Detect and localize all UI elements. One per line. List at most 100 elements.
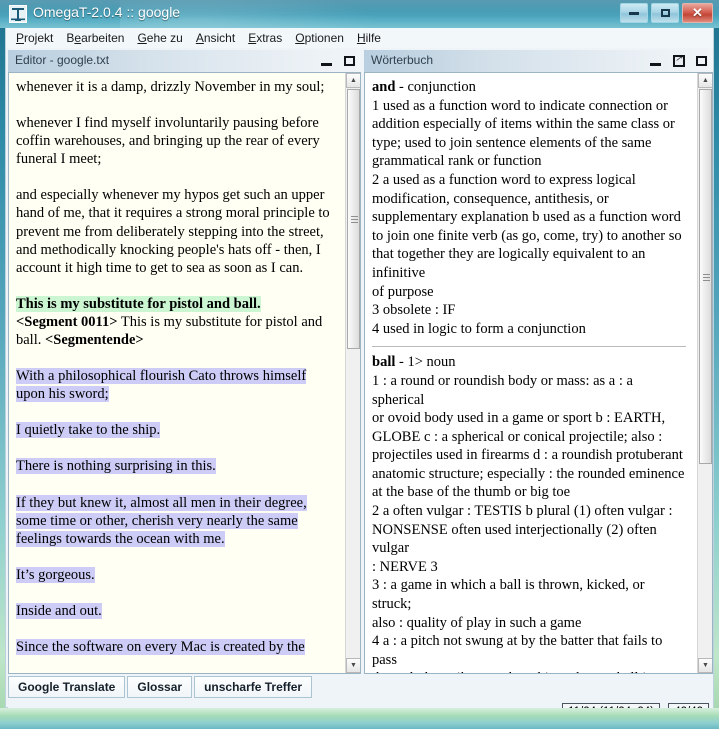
segment-paragraph[interactable]: whenever I find myself involuntarily pau… xyxy=(16,114,337,168)
dictionary-line: GLOBE c : a spherical or conical project… xyxy=(372,428,663,445)
editor-document[interactable]: whenever it is a damp, drizzly November … xyxy=(9,73,345,673)
active-segment-source: This is my substitute for pistol and bal… xyxy=(16,295,261,312)
dictionary-pos: - 1> noun xyxy=(399,354,456,371)
dictionary-line: projectiles used in firearms d : a round… xyxy=(372,447,683,464)
editor-minimize-button[interactable] xyxy=(320,54,334,68)
bottom-frame-gloss xyxy=(0,708,719,716)
segment-text: whenever it is a damp, drizzly November … xyxy=(16,79,325,95)
segment-paragraph[interactable]: If they but knew it, almost all men in t… xyxy=(16,494,337,548)
maximize-icon xyxy=(696,56,707,66)
segment-marker-close: <Segmentende> xyxy=(45,332,144,349)
scrollbar-grip-icon xyxy=(703,273,710,281)
menu-label-optionen: ptionen xyxy=(304,31,344,45)
dictionary-panel-title: Wörterbuch xyxy=(371,53,434,67)
segment-text: It’s gorgeous. xyxy=(16,566,95,583)
editor-vertical-scrollbar[interactable]: ▲ ▼ xyxy=(345,73,360,673)
dictionary-document[interactable]: and - conjunction 1 used as a function w… xyxy=(365,73,695,673)
menu-item-extras[interactable]: Extras xyxy=(242,29,288,47)
menu-label-bearbeiten: arbeiten xyxy=(81,31,125,45)
dictionary-entry-head: and - conjunction xyxy=(372,78,686,97)
menu-item-ansicht[interactable]: Ansicht xyxy=(190,29,241,47)
dictionary-line: or ovoid body used in a game or sport b … xyxy=(372,410,666,427)
active-segment[interactable]: This is my substitute for pistol and bal… xyxy=(16,295,337,349)
dictionary-line: : NERVE 3 xyxy=(372,558,438,575)
segment-paragraph[interactable]: With a philosophical flourish Cato throw… xyxy=(16,367,337,403)
tab-unscharfe-treffer[interactable]: unscharfe Treffer xyxy=(194,676,313,698)
segment-text: There is nothing surprising in this. xyxy=(16,458,216,475)
segment-paragraph[interactable]: It’s gorgeous. xyxy=(16,566,337,584)
dictionary-line: addition especially of items within the … xyxy=(372,116,675,133)
segment-text: I quietly take to the ship. xyxy=(16,422,161,439)
scroll-up-arrow-icon[interactable]: ▲ xyxy=(346,73,360,88)
scroll-up-arrow-icon[interactable]: ▲ xyxy=(698,73,712,88)
dictionary-float-button[interactable] xyxy=(672,52,686,68)
menu-label-ansicht: nsicht xyxy=(203,31,236,45)
segment-paragraph[interactable]: There is nothing surprising in this. xyxy=(16,457,337,475)
window-maximize-button[interactable] xyxy=(651,3,679,23)
editor-maximize-button[interactable] xyxy=(343,54,357,68)
tab-google-translate[interactable]: Google Translate xyxy=(8,676,126,698)
application-window: OmegaT-2.0.4 :: google ✕ Projekt Bearbei… xyxy=(0,0,719,729)
editor-panel-title: Editor - google.txt xyxy=(15,53,110,67)
scrollbar-thumb[interactable] xyxy=(699,89,712,464)
menu-item-hilfe[interactable]: Hilfe xyxy=(351,29,387,47)
segment-paragraph[interactable]: whenever it is a damp, drizzly November … xyxy=(16,78,337,96)
dictionary-line: NONSENSE often used interjectionally (2)… xyxy=(372,521,657,557)
dictionary-line: modification, consequence, antithesis, o… xyxy=(372,190,609,207)
dictionary-line: supplementary explanation b used as a fu… xyxy=(372,209,681,226)
scrollbar-thumb[interactable] xyxy=(347,89,360,349)
menu-label-projekt: rojekt xyxy=(24,31,54,45)
dictionary-line: of purpose xyxy=(372,283,434,300)
dictionary-entry-separator xyxy=(372,346,686,348)
scrollbar-grip-icon xyxy=(351,216,358,223)
segment-text: and especially whenever my hypos get suc… xyxy=(16,187,330,276)
tab-glossar[interactable]: Glossar xyxy=(127,676,193,698)
float-window-icon xyxy=(673,52,685,67)
menu-item-optionen[interactable]: Optionen xyxy=(289,29,350,47)
scroll-down-arrow-icon[interactable]: ▼ xyxy=(698,658,712,673)
window-minimize-button[interactable] xyxy=(620,3,648,23)
editor-panel-header-buttons xyxy=(320,50,357,72)
dictionary-line: type; used to join sentence elements of … xyxy=(372,134,652,151)
segment-text: Inside and out. xyxy=(16,602,102,619)
dictionary-maximize-button[interactable] xyxy=(695,54,709,68)
bottom-tab-strip: Google Translate Glossar unscharfe Treff… xyxy=(8,676,713,698)
menu-label-hilfe: ilfe xyxy=(365,31,381,45)
window-title: OmegaT-2.0.4 :: google xyxy=(33,4,181,20)
menu-bar: Projekt Bearbeiten Gehe zu Ansicht Extra… xyxy=(5,28,714,48)
dictionary-line: 2 a often vulgar : TESTIS b plural (1) o… xyxy=(372,503,673,520)
window-bottom-frame xyxy=(0,708,719,729)
segment-paragraph[interactable]: and especially whenever my hypos get suc… xyxy=(16,186,337,276)
menu-item-projekt[interactable]: Projekt xyxy=(10,29,59,47)
title-bar[interactable]: OmegaT-2.0.4 :: google ✕ xyxy=(0,0,719,28)
dictionary-panel-header-buttons xyxy=(649,50,709,72)
dictionary-line: 2 a used as a function word to express l… xyxy=(372,171,636,188)
dictionary-line: anatomic structure; especially : the rou… xyxy=(372,465,685,482)
editor-panel-header[interactable]: Editor - google.txt xyxy=(8,50,361,72)
segment-text: If they but knew it, almost all men in t… xyxy=(16,494,307,547)
dictionary-panel-header[interactable]: Wörterbuch xyxy=(364,50,713,72)
dictionary-line: 4 used in logic to form a conjunction xyxy=(372,320,586,337)
dictionary-headword: and xyxy=(372,79,396,95)
segment-paragraph[interactable]: I quietly take to the ship. xyxy=(16,421,337,439)
close-icon: ✕ xyxy=(692,5,703,20)
menu-item-bearbeiten[interactable]: Bearbeiten xyxy=(60,29,130,47)
menu-item-gehe-zu[interactable]: Gehe zu xyxy=(131,29,188,47)
dictionary-panel: Wörterbuch and - conjunction 1 used as a… xyxy=(364,50,713,674)
dictionary-minimize-button[interactable] xyxy=(649,54,663,68)
window-close-button[interactable]: ✕ xyxy=(682,3,713,23)
segment-paragraph[interactable]: Since the software on every Mac is creat… xyxy=(16,638,337,656)
segment-paragraph[interactable]: Inside and out. xyxy=(16,602,337,620)
dictionary-line: also : quality of play in such a game xyxy=(372,614,582,631)
dictionary-line: 1 used as a function word to indicate co… xyxy=(372,97,668,114)
dictionary-line: 3 : a game in which a ball is thrown, ki… xyxy=(372,577,645,613)
editor-body[interactable]: whenever it is a damp, drizzly November … xyxy=(8,72,361,674)
dictionary-body[interactable]: and - conjunction 1 used as a function w… xyxy=(364,72,713,674)
dictionary-line: at the base of the thumb or big toe xyxy=(372,484,571,501)
omegat-logo-icon xyxy=(9,5,27,23)
dictionary-vertical-scrollbar[interactable]: ▲ ▼ xyxy=(697,73,712,673)
dictionary-line: 3 obsolete : IF xyxy=(372,302,456,319)
scroll-down-arrow-icon[interactable]: ▼ xyxy=(346,658,360,673)
dictionary-line: to join one finite verb (as go, come, tr… xyxy=(372,227,682,244)
dictionary-line: through the strike zone b : a hit or thr… xyxy=(372,669,686,673)
